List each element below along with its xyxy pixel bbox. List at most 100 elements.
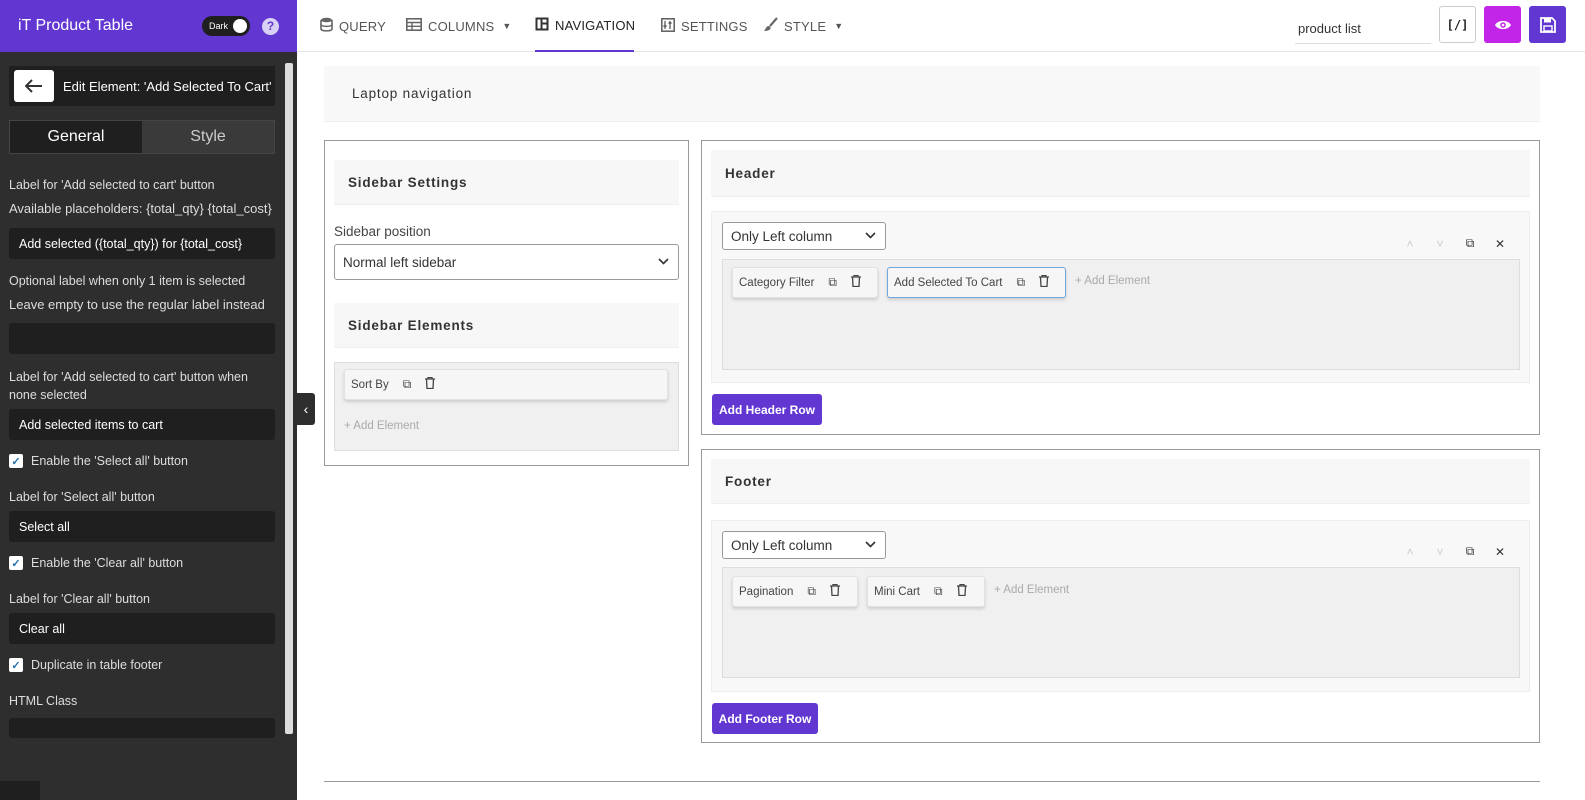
- chevron-down-icon: [865, 230, 876, 242]
- checkbox-checked-icon[interactable]: ✓: [9, 556, 23, 570]
- tab-label: NAVIGATION: [555, 17, 636, 33]
- duplicate-icon[interactable]: ⧉: [403, 377, 412, 392]
- none-selected-input[interactable]: Add selected items to cart: [9, 409, 275, 440]
- help-icon[interactable]: ?: [262, 17, 279, 35]
- header-row: Only Left column ˄ ˅ ⧉ ✕ Category Filter…: [711, 211, 1530, 383]
- checkbox-label: Enable the 'Clear all' button: [31, 556, 184, 570]
- caret-down-icon: ▼: [502, 21, 512, 31]
- select-value: Only Left column: [731, 537, 833, 553]
- tab-label: COLUMNS: [428, 18, 495, 34]
- add-header-row-button[interactable]: Add Header Row: [712, 394, 822, 425]
- duplicate-icon[interactable]: ⧉: [1016, 275, 1025, 290]
- duplicate-row-icon[interactable]: ⧉: [1455, 236, 1485, 251]
- clear-all-input[interactable]: Clear all: [9, 613, 275, 644]
- footer-column-select[interactable]: Only Left column: [722, 531, 886, 559]
- add-element-link[interactable]: + Add Element: [1075, 275, 1150, 287]
- move-down-icon[interactable]: ˅: [1425, 237, 1455, 251]
- tab-navigation[interactable]: NAVIGATION: [535, 0, 636, 52]
- element-chip[interactable]: Sort By ⧉: [344, 369, 668, 400]
- label-input[interactable]: Add selected ({total_qty}) for {total_co…: [9, 228, 275, 259]
- trash-icon[interactable]: [1039, 274, 1050, 290]
- tab-style[interactable]: Style: [142, 121, 274, 153]
- move-down-icon[interactable]: ˅: [1425, 545, 1455, 559]
- sidebar-box: Sidebar Settings Sidebar position Normal…: [324, 140, 689, 466]
- single-label-input[interactable]: [9, 323, 275, 354]
- element-chip[interactable]: Mini Cart ⧉: [867, 576, 985, 607]
- trash-icon[interactable]: [425, 376, 436, 392]
- sidebar-elements-title: Sidebar Elements: [334, 303, 679, 348]
- move-up-icon[interactable]: ˄: [1395, 545, 1425, 559]
- shortcode-button[interactable]: [/]: [1439, 6, 1476, 43]
- sidebar-drop-area: Sort By ⧉ + Add Element: [334, 362, 679, 451]
- checkbox-label: Duplicate in table footer: [31, 658, 163, 672]
- field-label: Label for 'Add selected to cart' button …: [9, 370, 248, 402]
- duplicate-footer-checkbox-row[interactable]: ✓ Duplicate in table footer: [9, 658, 275, 672]
- add-element-link[interactable]: + Add Element: [344, 420, 419, 432]
- header-drop-area: Category Filter ⧉ Add Selected To Cart ⧉…: [722, 259, 1520, 370]
- panel-footer-bar: [0, 781, 40, 800]
- sidebar-settings-title: Sidebar Settings: [334, 160, 679, 205]
- checkbox-checked-icon[interactable]: ✓: [9, 658, 23, 672]
- footer-box: Footer Only Left column ˄ ˅ ⧉ ✕ Paginati…: [701, 449, 1540, 743]
- close-icon[interactable]: ✕: [1485, 545, 1515, 559]
- element-chip-selected[interactable]: Add Selected To Cart ⧉: [887, 267, 1066, 298]
- tab-label: STYLE: [784, 18, 827, 34]
- sidebar-position-label: Sidebar position: [334, 224, 431, 239]
- footer-row: Only Left column ˄ ˅ ⧉ ✕ Pagination ⧉ Mi…: [711, 520, 1530, 692]
- save-disk-icon[interactable]: [1529, 6, 1566, 43]
- sidebar-position-select[interactable]: Normal left sidebar: [334, 244, 679, 280]
- layout-icon: [535, 17, 549, 34]
- preview-eye-icon[interactable]: [1484, 6, 1521, 43]
- database-icon: [320, 17, 333, 35]
- field-label: Label for 'Clear all' button: [9, 592, 150, 606]
- header-column-select[interactable]: Only Left column: [722, 222, 886, 250]
- select-all-input[interactable]: Select all: [9, 511, 275, 542]
- field-hint: Leave empty to use the regular label ins…: [9, 297, 265, 312]
- tab-settings[interactable]: SETTINGS: [661, 0, 748, 52]
- row-tools: ˄ ˅ ⧉ ✕: [1395, 544, 1515, 559]
- add-element-link[interactable]: + Add Element: [994, 584, 1069, 596]
- panel-scrollbar[interactable]: [285, 63, 293, 734]
- tab-style[interactable]: STYLE ▼: [763, 0, 843, 52]
- element-chip-label: Add Selected To Cart: [894, 276, 1003, 289]
- field-label: Optional label when only 1 item is selec…: [9, 274, 246, 288]
- tab-general[interactable]: General: [10, 121, 142, 153]
- field-label: Label for 'Select all' button: [9, 490, 155, 504]
- checkbox-checked-icon[interactable]: ✓: [9, 454, 23, 468]
- header-box: Header Only Left column ˄ ˅ ⧉ ✕ Category…: [701, 140, 1540, 435]
- close-icon[interactable]: ✕: [1485, 237, 1515, 251]
- collapse-panel-chevron-icon[interactable]: ‹: [297, 393, 315, 425]
- duplicate-icon[interactable]: ⧉: [828, 275, 837, 290]
- element-chip[interactable]: Pagination ⧉: [732, 576, 858, 607]
- back-arrow-icon[interactable]: [14, 70, 54, 102]
- dark-mode-toggle[interactable]: Dark: [202, 16, 250, 36]
- move-up-icon[interactable]: ˄: [1395, 237, 1425, 251]
- select-value: Only Left column: [731, 228, 833, 244]
- tab-query[interactable]: QUERY: [320, 0, 386, 52]
- element-chip[interactable]: Category Filter ⧉: [732, 267, 878, 298]
- tab-columns[interactable]: COLUMNS ▼: [406, 0, 512, 52]
- clear-all-checkbox-row[interactable]: ✓ Enable the 'Clear all' button: [9, 556, 275, 570]
- tab-label: SETTINGS: [681, 18, 748, 34]
- edit-element-title: Edit Element: 'Add Selected To Cart': [63, 78, 272, 94]
- sliders-icon: [661, 17, 675, 35]
- trash-icon[interactable]: [829, 583, 840, 599]
- trash-icon[interactable]: [956, 583, 967, 599]
- element-chip-label: Pagination: [739, 585, 794, 598]
- editor-panel: iT Product Table Dark ? Edit Element: 'A…: [0, 0, 297, 800]
- html-class-input[interactable]: [9, 718, 275, 738]
- add-footer-row-button[interactable]: Add Footer Row: [712, 703, 818, 734]
- app-title: iT Product Table: [18, 17, 134, 34]
- chevron-down-icon: [658, 256, 669, 268]
- trash-icon[interactable]: [851, 274, 861, 290]
- footer-drop-area: Pagination ⧉ Mini Cart ⧉ + Add Element: [722, 567, 1520, 678]
- field-label: Label for 'Add selected to cart' button: [9, 178, 215, 192]
- table-name-input[interactable]: product list: [1295, 14, 1431, 44]
- field-label: HTML Class: [9, 694, 78, 708]
- chevron-down-icon: [865, 539, 876, 551]
- duplicate-icon[interactable]: ⧉: [934, 584, 943, 599]
- duplicate-row-icon[interactable]: ⧉: [1455, 544, 1485, 559]
- select-all-checkbox-row[interactable]: ✓ Enable the 'Select all' button: [9, 454, 275, 468]
- duplicate-icon[interactable]: ⧉: [807, 584, 816, 599]
- edit-element-bar: Edit Element: 'Add Selected To Cart': [9, 66, 275, 106]
